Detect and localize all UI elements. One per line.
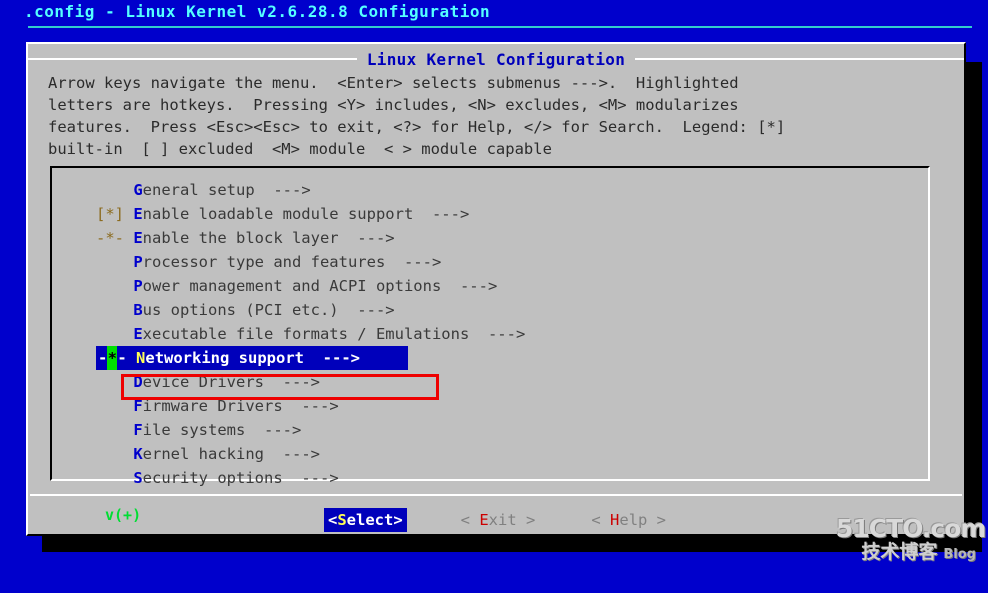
button-label: xit > xyxy=(488,511,536,529)
kernel-config-dialog: Linux Kernel Configuration Arrow keys na… xyxy=(26,42,966,536)
button-hotkey: S xyxy=(337,511,347,529)
menu-item-submenu-arrow: ---> xyxy=(282,469,339,487)
menu-item-label: ile systems xyxy=(142,421,246,439)
button-label: elp > xyxy=(619,511,667,529)
menu-item-label: xecutable file formats / Emulations xyxy=(142,325,470,343)
menu-item-submenu-arrow: ---> xyxy=(441,277,498,295)
button-separator xyxy=(30,494,962,496)
title-rule-right xyxy=(635,58,965,60)
menu-item-label: ernel hacking xyxy=(142,445,264,463)
menu-item-submenu-arrow: ---> xyxy=(385,253,442,271)
menu-item-hotkey: P xyxy=(133,277,143,295)
menu-marker-left: - xyxy=(98,349,108,367)
menu-item-hotkey: E xyxy=(133,205,143,223)
menu-marker: -*- xyxy=(96,229,134,247)
menu-item[interactable]: Executable file formats / Emulations ---… xyxy=(96,322,926,346)
menu-item-submenu-arrow: ---> xyxy=(264,373,320,391)
terminal-title-bar: .config - Linux Kernel v2.6.28.8 Configu… xyxy=(0,0,988,24)
menu-item-label: evice Drivers xyxy=(142,373,264,391)
button-e[interactable]: < Exit > xyxy=(459,508,538,532)
menu-marker xyxy=(96,373,133,391)
menu-item-hotkey: K xyxy=(133,445,143,463)
menu-item-submenu-arrow: ---> xyxy=(413,205,470,223)
menu-item-submenu-arrow: ---> xyxy=(338,229,395,247)
menu-item-hotkey: N xyxy=(136,349,146,367)
menu-item-submenu-arrow: ---> xyxy=(338,301,395,319)
menu-marker xyxy=(96,445,133,463)
button-hotkey: E xyxy=(479,511,489,529)
menu-item-hotkey: F xyxy=(133,421,143,439)
menu-item-submenu-arrow: ---> xyxy=(245,421,302,439)
menu-marker-right: - xyxy=(117,349,137,367)
menu-item[interactable]: Bus options (PCI etc.) ---> xyxy=(96,298,926,322)
dialog-title: Linux Kernel Configuration xyxy=(366,49,626,69)
menu-item-label: etworking support xyxy=(145,349,304,367)
button-s-active[interactable]: <Select> xyxy=(323,508,407,532)
menu-item-list[interactable]: General setup ---> [*] Enable loadable mo… xyxy=(96,178,926,490)
title-bar-underline xyxy=(28,26,972,28)
menu-item-hotkey: G xyxy=(133,181,143,199)
menu-item-submenu-arrow: ---> xyxy=(254,181,311,199)
menu-box: General setup ---> [*] Enable loadable mo… xyxy=(50,166,930,487)
menu-item-hotkey: D xyxy=(133,373,143,391)
menu-item[interactable]: [*] Enable loadable module support ---> xyxy=(96,202,926,226)
menu-item-submenu-arrow: ---> xyxy=(304,349,360,367)
help-line: Arrow keys navigate the menu. <Enter> se… xyxy=(48,74,739,92)
menu-marker xyxy=(96,469,133,487)
menu-item-submenu-arrow: ---> xyxy=(264,445,320,463)
menu-item[interactable]: File systems ---> xyxy=(96,418,926,442)
menu-item-submenu-arrow: ---> xyxy=(469,325,526,343)
menu-item-hotkey: S xyxy=(133,469,143,487)
menu-item[interactable]: Device Drivers ---> xyxy=(96,370,926,394)
button-h[interactable]: < Help > xyxy=(589,508,668,532)
menu-item[interactable]: General setup ---> xyxy=(96,178,926,202)
menu-item[interactable]: Processor type and features ---> xyxy=(96,250,926,274)
menu-item-hotkey: B xyxy=(133,301,143,319)
help-text-block: Arrow keys navigate the menu. <Enter> se… xyxy=(48,72,948,160)
button-hotkey: H xyxy=(610,511,620,529)
menu-cursor-block: * xyxy=(107,346,118,370)
menu-item-label: eneral setup xyxy=(142,181,255,199)
menu-marker xyxy=(96,301,133,319)
menu-item[interactable]: -*- Enable the block layer ---> xyxy=(96,226,926,250)
menu-item-hotkey: F xyxy=(133,397,143,415)
menu-item-hotkey: E xyxy=(133,229,143,247)
title-rule-left xyxy=(28,58,357,60)
dialog-button-row[interactable]: <Select> < Exit > < Help > xyxy=(28,506,964,534)
menu-marker xyxy=(96,397,133,415)
menu-item-label: ower management and ACPI options xyxy=(142,277,442,295)
menu-marker xyxy=(96,277,133,295)
menu-item[interactable]: Kernel hacking ---> xyxy=(96,442,926,466)
help-line: letters are hotkeys. Pressing <Y> includ… xyxy=(48,96,739,114)
menu-item-label: nable the block layer xyxy=(142,229,339,247)
button-prefix: < xyxy=(327,511,338,529)
dialog-title-row: Linux Kernel Configuration xyxy=(28,48,965,70)
menu-marker xyxy=(96,325,133,343)
menu-marker: [*] xyxy=(96,205,134,223)
menu-item-label: irmware Drivers xyxy=(142,397,283,415)
menu-item-submenu-arrow: ---> xyxy=(282,397,339,415)
menu-item-selected[interactable]: -*- Networking support ---> xyxy=(96,346,408,370)
help-line: built-in [ ] excluded <M> module < > mod… xyxy=(48,140,552,158)
button-prefix: < xyxy=(460,511,480,529)
menu-item-hotkey: P xyxy=(133,253,143,271)
menu-item-hotkey: E xyxy=(133,325,143,343)
menu-item[interactable]: Security options ---> xyxy=(96,466,926,490)
button-prefix: < xyxy=(591,511,611,529)
menu-item[interactable]: Firmware Drivers ---> xyxy=(96,394,926,418)
menu-item-label: rocessor type and features xyxy=(142,253,386,271)
menu-marker xyxy=(96,181,133,199)
menu-item-label: us options (PCI etc.) xyxy=(142,301,339,319)
menu-item-label: ecurity options xyxy=(142,469,283,487)
help-line: features. Press <Esc><Esc> to exit, <?> … xyxy=(48,118,786,136)
menu-marker xyxy=(96,253,133,271)
menu-item-label: nable loadable module support xyxy=(142,205,414,223)
menu-marker xyxy=(96,421,133,439)
menu-item[interactable]: Power management and ACPI options ---> xyxy=(96,274,926,298)
button-label: elect> xyxy=(346,511,403,529)
